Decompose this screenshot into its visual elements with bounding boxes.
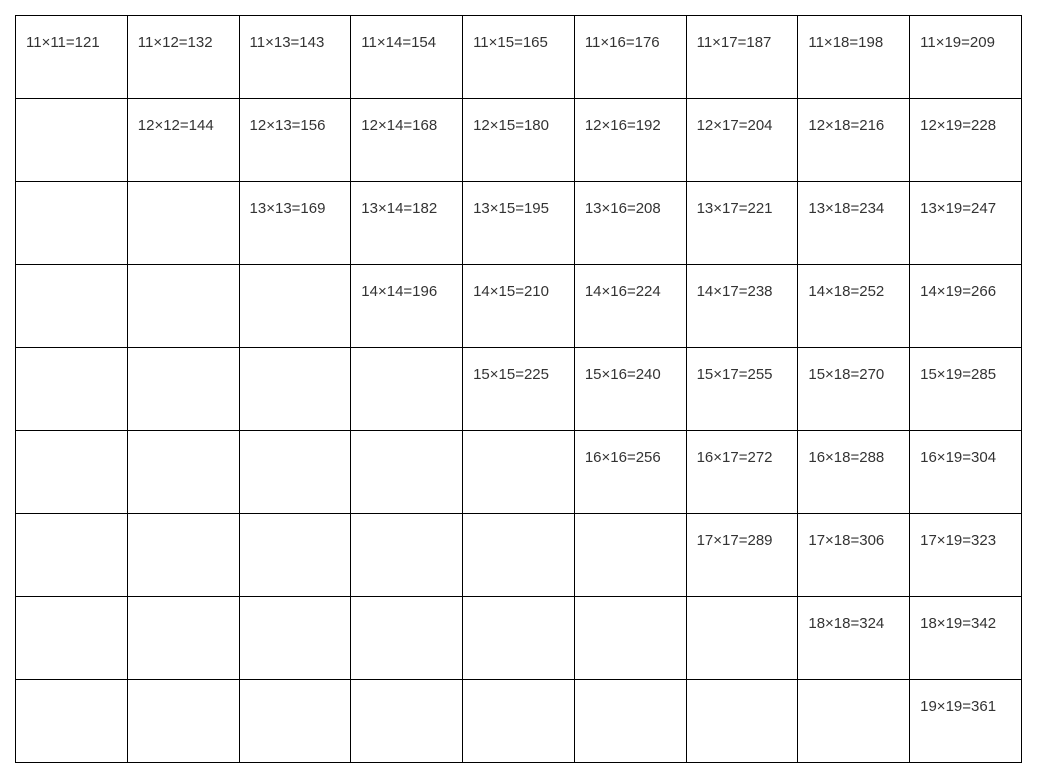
table-cell: 12×18=216 [798,99,910,182]
table-cell: 13×15=195 [463,182,575,265]
table-cell: 12×17=204 [686,99,798,182]
table-cell: 12×14=168 [351,99,463,182]
table-cell [16,348,128,431]
table-cell: 13×18=234 [798,182,910,265]
table-cell: 15×18=270 [798,348,910,431]
table-cell [686,680,798,763]
table-cell: 12×15=180 [463,99,575,182]
table-cell: 12×16=192 [574,99,686,182]
table-cell: 16×19=304 [910,431,1022,514]
table-cell: 16×17=272 [686,431,798,514]
table-row: 13×13=169 13×14=182 13×15=195 13×16=208 … [16,182,1022,265]
table-cell: 13×14=182 [351,182,463,265]
table-row: 15×15=225 15×16=240 15×17=255 15×18=270 … [16,348,1022,431]
table-cell [127,348,239,431]
table-row: 18×18=324 18×19=342 [16,597,1022,680]
table-cell [463,514,575,597]
table-cell: 14×18=252 [798,265,910,348]
table-cell: 11×18=198 [798,16,910,99]
table-cell [574,680,686,763]
table-cell [798,680,910,763]
table-cell [574,514,686,597]
table-cell [16,431,128,514]
table-cell: 17×19=323 [910,514,1022,597]
table-cell [239,265,351,348]
table-cell: 11×19=209 [910,16,1022,99]
table-row: 14×14=196 14×15=210 14×16=224 14×17=238 … [16,265,1022,348]
table-cell [239,597,351,680]
table-row: 12×12=144 12×13=156 12×14=168 12×15=180 … [16,99,1022,182]
table-cell [686,597,798,680]
table-cell [351,348,463,431]
table-cell: 11×14=154 [351,16,463,99]
table-cell: 12×19=228 [910,99,1022,182]
table-cell: 16×16=256 [574,431,686,514]
table-cell: 11×17=187 [686,16,798,99]
table-cell: 11×11=121 [16,16,128,99]
table-cell: 17×18=306 [798,514,910,597]
table-cell [463,431,575,514]
table-cell: 15×19=285 [910,348,1022,431]
table-cell: 12×12=144 [127,99,239,182]
table-cell: 17×17=289 [686,514,798,597]
table-row: 16×16=256 16×17=272 16×18=288 16×19=304 [16,431,1022,514]
table-cell [16,265,128,348]
table-cell [127,265,239,348]
table-cell [127,597,239,680]
table-cell: 14×15=210 [463,265,575,348]
table-cell [463,680,575,763]
table-cell: 13×17=221 [686,182,798,265]
table-cell [16,99,128,182]
table-cell: 11×16=176 [574,16,686,99]
table-cell [127,680,239,763]
table-cell: 11×12=132 [127,16,239,99]
table-cell: 18×19=342 [910,597,1022,680]
table-cell: 11×13=143 [239,16,351,99]
table-cell [463,597,575,680]
table-cell: 14×14=196 [351,265,463,348]
table-cell: 15×15=225 [463,348,575,431]
table-cell: 19×19=361 [910,680,1022,763]
table-row: 17×17=289 17×18=306 17×19=323 [16,514,1022,597]
table-cell: 14×16=224 [574,265,686,348]
table-cell [351,597,463,680]
table-cell: 14×17=238 [686,265,798,348]
table-cell [239,514,351,597]
table-cell [574,597,686,680]
table-cell: 13×13=169 [239,182,351,265]
table-cell [127,182,239,265]
table-cell: 15×17=255 [686,348,798,431]
table-cell [16,597,128,680]
table-cell: 16×18=288 [798,431,910,514]
table-cell: 18×18=324 [798,597,910,680]
table-cell [351,514,463,597]
table-cell [16,514,128,597]
table-cell [16,182,128,265]
table-cell [239,348,351,431]
table-row: 19×19=361 [16,680,1022,763]
table-cell [351,431,463,514]
table-cell: 12×13=156 [239,99,351,182]
table-cell [127,431,239,514]
table-cell: 11×15=165 [463,16,575,99]
table-cell: 15×16=240 [574,348,686,431]
table-cell [351,680,463,763]
multiplication-table: 11×11=121 11×12=132 11×13=143 11×14=154 … [15,15,1022,763]
table-cell: 13×19=247 [910,182,1022,265]
table-cell: 14×19=266 [910,265,1022,348]
table-cell [239,680,351,763]
table-cell [127,514,239,597]
table-cell [239,431,351,514]
table-cell [16,680,128,763]
table-cell: 13×16=208 [574,182,686,265]
table-row: 11×11=121 11×12=132 11×13=143 11×14=154 … [16,16,1022,99]
